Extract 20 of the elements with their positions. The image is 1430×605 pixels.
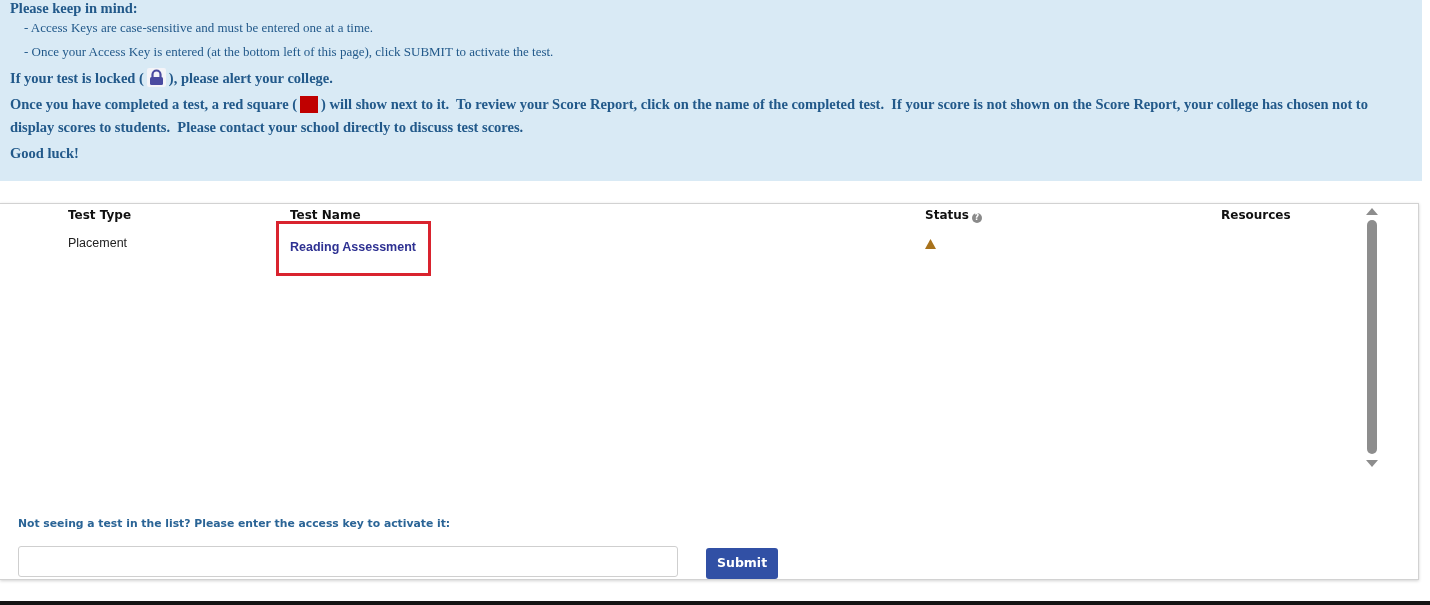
access-key-label: Not seeing a test in the list? Please enter the access key to activate it: — [18, 517, 451, 531]
note-text: Once you have completed a test, a red square ( ) will show next to it. To review your Score Report, click on the name of the completed test. If your score is not shown on the Score Report, your college has chosen not to display scores to students. Please contact your school directly to discuss test scores. — [10, 95, 1369, 137]
scroll-down-icon[interactable] — [1366, 460, 1378, 467]
scroll-up-icon[interactable] — [1366, 208, 1378, 215]
scrollbar-thumb[interactable] — [1367, 220, 1377, 454]
column-header: Test Type — [68, 208, 132, 222]
padlock-icon — [146, 68, 166, 87]
submit-button[interactable]: Submit — [706, 548, 779, 579]
filled-square-icon — [300, 96, 319, 113]
instructions-heading: Please keep in mind: — [10, 0, 138, 16]
column-header: Status — [925, 208, 969, 222]
instruction-bullet: - Once your Access Key is entered (at the bottom left of this page), click SUBMIT to activate the test. — [24, 43, 554, 61]
column-header: Resources — [1221, 208, 1291, 222]
test-name-link[interactable]: Reading Assessment — [290, 238, 416, 256]
column-header: Test Name — [290, 208, 361, 222]
note-text: Good luck! — [10, 144, 79, 163]
note-text: If your test is locked ( ), please alert your college. — [10, 67, 333, 89]
instruction-bullet: - Access Keys are case-sensitive and must be entered one at a time. — [24, 19, 374, 37]
access-key-field[interactable] — [18, 546, 678, 577]
table-cell-text: Placement — [68, 235, 128, 251]
